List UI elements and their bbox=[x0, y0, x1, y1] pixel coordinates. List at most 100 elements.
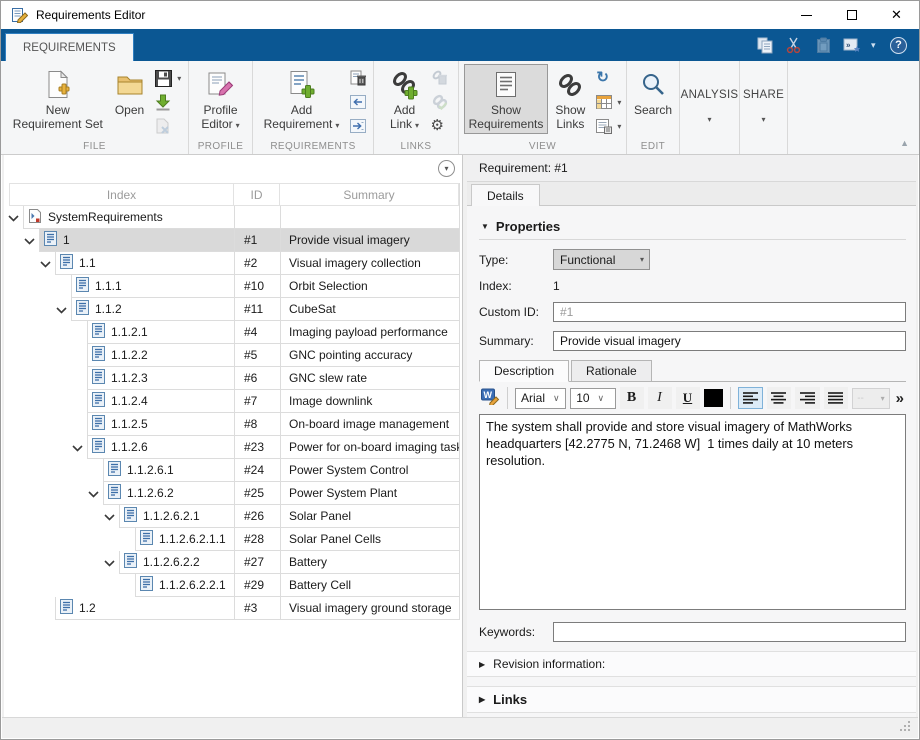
row-index: SystemRequirements bbox=[48, 210, 163, 224]
chevron-down-icon[interactable] bbox=[8, 211, 19, 225]
align-justify-button[interactable] bbox=[824, 387, 849, 409]
chevron-down-icon[interactable] bbox=[56, 303, 67, 317]
chevron-down-icon[interactable] bbox=[104, 556, 115, 570]
close-set-icon bbox=[155, 118, 171, 135]
table-row[interactable]: 1.1.2.6.2.1 #26 Solar Panel bbox=[9, 505, 459, 528]
revision-information-section-header[interactable]: ▶ Revision information: bbox=[467, 651, 916, 677]
panel-collapse-button[interactable]: ▾ bbox=[438, 160, 455, 177]
open-button[interactable]: Open bbox=[110, 64, 149, 120]
description-textarea[interactable]: The system shall provide and store visua… bbox=[479, 414, 906, 610]
columns-caret-icon[interactable]: ▾ bbox=[617, 98, 621, 107]
align-right-button[interactable] bbox=[795, 387, 820, 409]
chevron-down-icon[interactable] bbox=[88, 487, 99, 501]
profile-editor-button[interactable]: Profile Editor▾ bbox=[196, 64, 244, 136]
font-family-dropdown[interactable]: Arial ∨ bbox=[515, 388, 566, 409]
add-requirement-button[interactable]: Add Requirement▾ bbox=[259, 64, 345, 136]
delete-requirement-button[interactable] bbox=[350, 68, 367, 88]
collapse-ribbon-icon[interactable]: ▲ bbox=[900, 138, 909, 148]
new-requirement-set-button[interactable]: New Requirement Set bbox=[8, 64, 108, 134]
cut-icon[interactable] bbox=[784, 35, 804, 55]
chevron-down-icon[interactable] bbox=[40, 257, 51, 271]
add-requirement-caret-icon: ▾ bbox=[335, 121, 339, 130]
table-row[interactable]: 1.1.1 #10 Orbit Selection bbox=[9, 275, 459, 298]
column-header-summary[interactable]: Summary bbox=[279, 184, 458, 205]
chevron-down-icon[interactable] bbox=[104, 510, 115, 524]
tree-panel-header: ▾ bbox=[4, 155, 462, 183]
summary-field[interactable] bbox=[553, 331, 906, 351]
text-color-swatch[interactable] bbox=[704, 389, 724, 407]
word-import-icon[interactable]: W bbox=[481, 388, 500, 408]
table-row[interactable]: 1.1.2.6.2.2.1 #29 Battery Cell bbox=[9, 574, 459, 597]
tab-requirements[interactable]: REQUIREMENTS bbox=[5, 33, 134, 61]
table-row[interactable]: 1.1.2.6.2.1.1 #28 Solar Panel Cells bbox=[9, 528, 459, 551]
tab-rationale[interactable]: Rationale bbox=[571, 360, 652, 382]
save-caret-icon[interactable]: ▾ bbox=[177, 74, 181, 83]
show-links-button[interactable]: Show Links bbox=[550, 64, 590, 134]
list-style-dropdown[interactable]: -- ▾ bbox=[852, 388, 889, 409]
tab-details[interactable]: Details bbox=[471, 184, 540, 206]
links-section-header[interactable]: ▶ Links bbox=[467, 686, 916, 713]
search-button[interactable]: Search bbox=[629, 64, 677, 120]
check-link-icon bbox=[431, 94, 448, 110]
table-row[interactable]: 1.1.2.6.2 #25 Power System Plant bbox=[9, 482, 459, 505]
table-row[interactable]: 1.1.2.3 #6 GNC slew rate bbox=[9, 367, 459, 390]
table-row[interactable]: SystemRequirements bbox=[9, 206, 459, 229]
table-row[interactable]: 1.1.2.4 #7 Image downlink bbox=[9, 390, 459, 413]
custom-id-field[interactable] bbox=[553, 302, 906, 322]
save-button[interactable]: ▾ bbox=[155, 68, 181, 88]
keywords-field[interactable] bbox=[553, 622, 906, 642]
tab-description[interactable]: Description bbox=[479, 360, 569, 382]
maximize-button[interactable] bbox=[829, 1, 874, 29]
table-view-icon bbox=[596, 95, 612, 109]
delete-link-button[interactable] bbox=[431, 68, 448, 88]
favorites-icon[interactable]: » bbox=[842, 35, 862, 55]
table-row[interactable]: 1.1.2.6.1 #24 Power System Control bbox=[9, 459, 459, 482]
close-button[interactable]: ✕ bbox=[874, 1, 919, 29]
row-id: #24 bbox=[234, 459, 280, 481]
column-header-id[interactable]: ID bbox=[233, 184, 279, 205]
table-row[interactable]: 1.1.2 #11 CubeSat bbox=[9, 298, 459, 321]
link-settings-button[interactable]: ⚙ bbox=[431, 116, 448, 136]
share-dropdown-button[interactable]: SHARE ▾ bbox=[735, 64, 792, 148]
row-id: #26 bbox=[234, 505, 280, 527]
columns-view-button[interactable]: ▾ bbox=[596, 92, 621, 112]
underline-button[interactable]: U bbox=[676, 387, 700, 409]
table-row[interactable]: 1.1.2.1 #4 Imaging payload performance bbox=[9, 321, 459, 344]
table-row[interactable]: 1.2 #3 Visual imagery ground storage bbox=[9, 597, 459, 620]
paste-icon[interactable] bbox=[813, 35, 833, 55]
check-link-button[interactable] bbox=[431, 92, 448, 112]
quick-access-caret-icon[interactable]: ▾ bbox=[871, 40, 881, 51]
chevron-down-icon[interactable] bbox=[72, 441, 83, 455]
table-row[interactable]: 1.1.2.5 #8 On-board image management bbox=[9, 413, 459, 436]
promote-requirement-button[interactable] bbox=[350, 92, 367, 112]
demote-requirement-button[interactable] bbox=[350, 116, 367, 136]
show-requirements-button[interactable]: Show Requirements bbox=[464, 64, 549, 134]
align-center-button[interactable] bbox=[767, 387, 792, 409]
add-link-button[interactable]: Add Link▾ bbox=[385, 64, 425, 136]
table-row[interactable]: 1.1 #2 Visual imagery collection bbox=[9, 252, 459, 275]
row-id: #11 bbox=[234, 298, 280, 320]
properties-section-header[interactable]: ▼ Properties bbox=[479, 214, 906, 240]
copy-icon[interactable] bbox=[755, 35, 775, 55]
display-options-button[interactable]: ▾ bbox=[596, 116, 621, 136]
help-icon[interactable]: ? bbox=[890, 37, 907, 54]
table-row[interactable]: 1.1.2.6 #23 Power for on-board imaging t… bbox=[9, 436, 459, 459]
chevron-down-icon[interactable] bbox=[24, 234, 35, 248]
import-button[interactable] bbox=[155, 92, 181, 112]
font-size-dropdown[interactable]: 10 ∨ bbox=[570, 388, 615, 409]
italic-button[interactable]: I bbox=[648, 387, 672, 409]
column-header-index[interactable]: Index bbox=[10, 184, 233, 205]
refresh-button[interactable]: ↻ bbox=[596, 68, 621, 88]
display-options-caret-icon[interactable]: ▾ bbox=[617, 122, 621, 131]
row-summary: Battery bbox=[280, 551, 459, 573]
resize-grip[interactable] bbox=[900, 720, 910, 734]
table-row[interactable]: 1.1.2.6.2.2 #27 Battery bbox=[9, 551, 459, 574]
bold-button[interactable]: B bbox=[620, 387, 644, 409]
table-row[interactable]: 1.1.2.2 #5 GNC pointing accuracy bbox=[9, 344, 459, 367]
align-left-button[interactable] bbox=[738, 387, 763, 409]
table-row[interactable]: 1 #1 Provide visual imagery bbox=[9, 229, 459, 252]
type-dropdown[interactable]: Functional ▾ bbox=[553, 249, 650, 270]
close-requirement-set-button[interactable] bbox=[155, 116, 181, 136]
minimize-button[interactable] bbox=[784, 1, 829, 29]
toolbar-overflow-icon[interactable]: » bbox=[896, 390, 904, 407]
